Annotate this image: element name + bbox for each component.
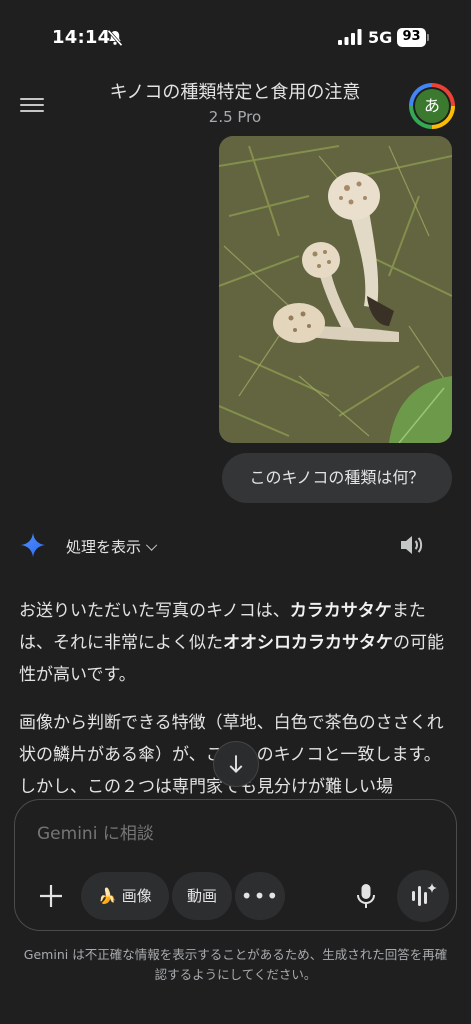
status-bar: 14:14 5G 93 (0, 0, 471, 72)
video-chip-label: 動画 (186, 887, 217, 905)
network-type: 5G (368, 28, 393, 47)
uploaded-mushroom-photo[interactable] (219, 136, 452, 443)
mic-icon[interactable] (355, 882, 377, 910)
arrow-down-icon[interactable] (213, 741, 259, 787)
chat-title[interactable]: キノコの種類特定と食用の注意 (70, 78, 400, 104)
signal-icon (338, 29, 362, 45)
response-paragraph-1: お送りいただいた写真のキノコは、カラカサタケまたは、それに非常によく似たオオシロ… (19, 601, 444, 685)
speaker-icon[interactable] (398, 532, 426, 558)
show-thinking-toggle[interactable]: 処理を表示 (66, 536, 158, 557)
chevron-down-icon (145, 539, 158, 551)
user-message-bubble: このキノコの種類は何？ (222, 453, 452, 503)
plus-icon[interactable] (37, 882, 65, 910)
menu-icon[interactable] (20, 94, 46, 116)
disclaimer-text: Gemini は不正確な情報を表示することがあるため、生成された回答を再確認する… (23, 947, 448, 982)
more-options-button[interactable]: ••• (235, 872, 285, 920)
status-time: 14:14 (52, 27, 111, 48)
prompt-input[interactable] (37, 824, 417, 844)
banana-icon: 🍌 (98, 887, 117, 905)
battery-level: 93 (402, 29, 421, 44)
show-thinking-label: 処理を表示 (66, 538, 142, 556)
live-icon[interactable] (397, 870, 449, 922)
account-avatar[interactable]: あ (409, 83, 455, 129)
image-chip-label: 画像 (121, 887, 152, 905)
composer: 🍌 画像 動画 ••• (14, 799, 457, 931)
battery-icon: 93 (397, 28, 429, 47)
image-chip[interactable]: 🍌 画像 (81, 872, 169, 920)
gemini-spark-icon (21, 533, 45, 557)
model-selector[interactable]: 2.5 Pro (70, 108, 400, 126)
avatar-letter: あ (415, 89, 449, 123)
more-icon: ••• (240, 884, 280, 908)
bell-slash-icon (107, 29, 123, 47)
video-chip[interactable]: 動画 (172, 872, 232, 920)
